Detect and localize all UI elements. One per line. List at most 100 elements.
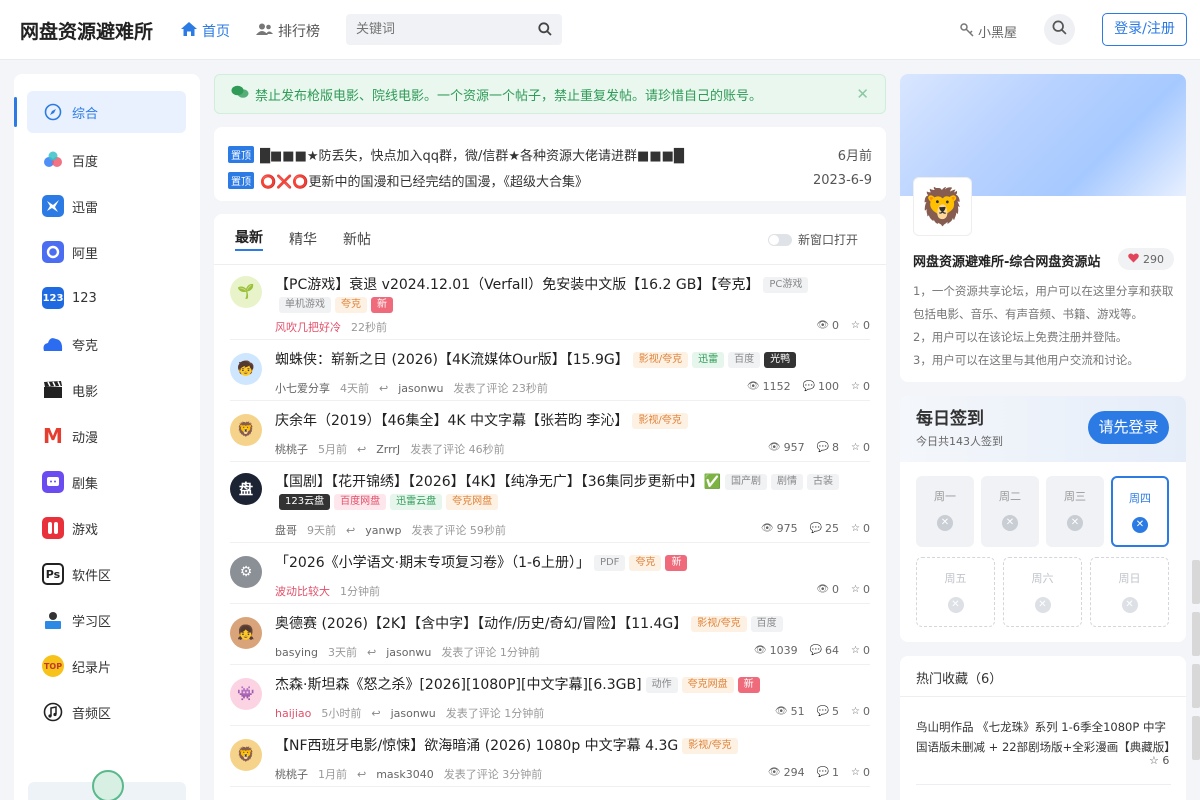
sidebar-item-xunlei[interactable]: 迅雷 <box>14 183 200 229</box>
last-replier[interactable]: mask3040 <box>376 768 434 781</box>
post-tag-badge[interactable]: 新 <box>665 555 688 571</box>
post-title[interactable]: 「2026《小学语文·期末专项复习卷》（1-6上册）」 <box>275 555 590 571</box>
post-title[interactable]: 蜘蛛侠：崭新之日 (2026)【4K流媒体Our版】【15.9G】 <box>275 352 629 368</box>
post-author[interactable]: basying <box>275 646 318 659</box>
post-tag-badge[interactable]: PC游戏 <box>763 277 809 293</box>
scrollbar[interactable] <box>1192 560 1200 800</box>
post-tag-badge[interactable]: 夸克网盘 <box>446 494 499 510</box>
post-author[interactable]: 桃桃子 <box>275 766 308 782</box>
post-row[interactable]: 🌱 【PC游戏】衰退 v2024.12.01（Verfall）免安装中文版【16.… <box>230 265 870 340</box>
post-tag-badge[interactable]: 影视/夸克 <box>632 352 689 368</box>
last-replier[interactable]: jasonwu <box>391 707 436 720</box>
pinned-row[interactable]: 置顶 █■■■★防丢失，快点加入qq群，微/信群★各种资源大佬请进群■■■█ 6… <box>228 141 872 167</box>
avatar[interactable]: 🦁 <box>230 739 262 771</box>
day-sun[interactable]: 周日 ✕ <box>1090 557 1169 627</box>
search-input[interactable] <box>346 14 532 45</box>
avatar[interactable]: ⚙ <box>230 556 262 588</box>
avatar[interactable]: 👾 <box>230 678 262 710</box>
last-replier[interactable]: yanwp <box>365 524 401 537</box>
post-tag-badge[interactable]: 动作 <box>645 677 678 693</box>
post-tag-badge[interactable]: 百度网盘 <box>334 494 387 510</box>
sidebar-item-anime[interactable]: M 动漫 <box>14 413 200 459</box>
post-tag-badge[interactable]: 百度 <box>728 352 761 368</box>
post-row[interactable]: 盘【国剧】【花开锦绣】【2026】【4K】【纯净无广】【36集同步更新中】✅ 国产… <box>230 462 870 543</box>
day-sat[interactable]: 周六 ✕ <box>1003 557 1082 627</box>
likes-badge[interactable]: 290 <box>1118 248 1174 270</box>
post-tag-badge[interactable]: 百度 <box>750 616 783 632</box>
post-tag-badge[interactable]: 剧情 <box>770 474 803 490</box>
last-replier[interactable]: jasonwu <box>386 646 431 659</box>
blackroom-link[interactable]: 小黑屋 <box>960 22 1017 41</box>
pinned-title[interactable]: ⭕❌⭕更新中的国漫和已经完结的国漫，《超级大合集》 <box>260 171 813 190</box>
post-author[interactable]: haijiao <box>275 707 311 720</box>
post-tag-badge[interactable]: 影视/夸克 <box>632 413 688 429</box>
favorite-item-title[interactable]: 鸟山明作品 《七龙珠》系列 1-6季全1080P 中字国语版未删减 + 22部剧… <box>916 717 1176 757</box>
toggle-switch[interactable] <box>767 233 792 246</box>
sidebar-item-documentary[interactable]: TOP 纪录片 <box>14 643 200 689</box>
post-author[interactable]: 风吹几把好冷 <box>275 319 341 335</box>
post-tag-badge[interactable]: 夸克 <box>335 297 367 313</box>
post-tag-badge[interactable]: 国产剧 <box>724 474 767 490</box>
post-tag-badge[interactable]: 光鸭 <box>764 352 797 368</box>
avatar[interactable]: 🦁 <box>230 414 262 446</box>
post-title[interactable]: 杰森·斯坦森《怒之杀》[2026][1080P][中文字幕][6.3GB] <box>275 677 642 693</box>
post-title[interactable]: 【PC游戏】衰退 v2024.12.01（Verfall）免安装中文版【16.2… <box>275 277 759 293</box>
post-row[interactable]: 🧒 蜘蛛侠：崭新之日 (2026)【4K流媒体Our版】【15.9G】 影视/夸克迅… <box>230 340 870 401</box>
day-mon[interactable]: 周一 ✕ <box>916 476 974 547</box>
post-tag-badge[interactable]: 迅雷云盘 <box>390 494 443 510</box>
close-icon[interactable]: ✕ <box>856 85 869 103</box>
post-row[interactable]: 👾 杰森·斯坦森《怒之杀》[2026][1080P][中文字幕][6.3GB] 动作… <box>230 665 870 726</box>
avatar[interactable]: 盘 <box>230 473 262 505</box>
post-tag-badge[interactable]: 新 <box>737 677 760 693</box>
post-tag-badge[interactable]: 夸克 <box>629 555 662 571</box>
day-tue[interactable]: 周二 ✕ <box>981 476 1039 547</box>
sidebar-item-123[interactable]: 123 123 <box>14 275 200 321</box>
tab-latest[interactable]: 最新 <box>235 227 263 251</box>
sidebar-item-quark[interactable]: 夸克 <box>14 321 200 367</box>
day-thu[interactable]: 周四 ✕ <box>1111 476 1169 547</box>
sidebar-item-study[interactable]: 学习区 <box>14 597 200 643</box>
avatar[interactable]: 🧒 <box>230 353 262 385</box>
sidebar-item-game[interactable]: 游戏 <box>14 505 200 551</box>
post-title[interactable]: 庆余年（2019）【46集全】4K 中文字幕【张若昀 李沁】 <box>275 413 628 429</box>
post-title[interactable]: 【NF西班牙电影/惊悚】欲海暗涌 (2026) 1080p 中文字幕 4.3G <box>275 738 678 754</box>
post-tag-badge[interactable]: 影视/夸克 <box>691 616 747 632</box>
nav-ranking[interactable]: 排行榜 <box>256 21 320 41</box>
post-row[interactable]: 👧 奥德赛 (2026)【2K】【含中字】【动作/历史/奇幻/冒险】【11.4G】… <box>230 604 870 665</box>
new-window-toggle[interactable]: 新窗口打开 <box>767 231 858 248</box>
post-title[interactable]: 奥德赛 (2026)【2K】【含中字】【动作/历史/奇幻/冒险】【11.4G】 <box>275 616 687 632</box>
post-author[interactable]: 盘哥 <box>275 522 297 538</box>
sidebar-item-zonghe[interactable]: 综合 <box>14 91 186 133</box>
post-tag-badge[interactable]: 古装 <box>806 474 839 490</box>
sidebar-item-aliyun[interactable]: 阿里 <box>14 229 200 275</box>
avatar[interactable]: 👧 <box>230 617 262 649</box>
sidebar-item-audio[interactable]: 音频区 <box>14 689 200 735</box>
day-wed[interactable]: 周三 ✕ <box>1046 476 1104 547</box>
lion-avatar-icon[interactable]: 🦁 <box>913 177 972 236</box>
sidebar-item-movie[interactable]: 电影 <box>14 367 200 413</box>
post-author[interactable]: 桃桃子 <box>275 441 308 457</box>
day-fri[interactable]: 周五 ✕ <box>916 557 995 627</box>
login-register-button[interactable]: 登录/注册 <box>1102 13 1187 46</box>
tab-featured[interactable]: 精华 <box>289 229 317 249</box>
pinned-title[interactable]: █■■■★防丢失，快点加入qq群，微/信群★各种资源大佬请进群■■■█ <box>260 145 838 164</box>
search-icon[interactable] <box>538 22 552 40</box>
post-author[interactable]: 小七爱分享 <box>275 380 330 396</box>
sidebar-item-series[interactable]: 剧集 <box>14 459 200 505</box>
header-search-button[interactable] <box>1044 14 1075 45</box>
post-row[interactable]: ⚙ 「2026《小学语文·期末专项复习卷》（1-6上册）」 PDF 夸克新波动比较大 1… <box>230 543 870 604</box>
post-row[interactable]: 🦁 庆余年（2019）【46集全】4K 中文字幕【张若昀 李沁】 影视/夸克 桃桃子 5… <box>230 401 870 462</box>
avatar[interactable] <box>92 770 124 800</box>
post-tag-badge[interactable]: 夸克网盘 <box>681 677 734 693</box>
sidebar-item-software[interactable]: Ps 软件区 <box>14 551 200 597</box>
post-title[interactable]: 【国剧】【花开锦绣】【2026】【4K】【纯净无广】【36集同步更新中】✅ <box>275 474 721 490</box>
avatar[interactable]: 🌱 <box>230 276 262 308</box>
post-author[interactable]: 波动比较大 <box>275 583 330 599</box>
post-tag-badge[interactable]: 新 <box>371 297 393 313</box>
post-tag-badge[interactable]: 影视/夸克 <box>682 738 738 754</box>
post-tag-badge[interactable]: PDF <box>593 555 626 571</box>
last-replier[interactable]: jasonwu <box>398 382 443 395</box>
tab-new[interactable]: 新帖 <box>343 229 371 249</box>
last-replier[interactable]: ZrrrJ <box>376 443 400 456</box>
pinned-row[interactable]: 置顶 ⭕❌⭕更新中的国漫和已经完结的国漫，《超级大合集》 2023-6-9 <box>228 167 872 193</box>
